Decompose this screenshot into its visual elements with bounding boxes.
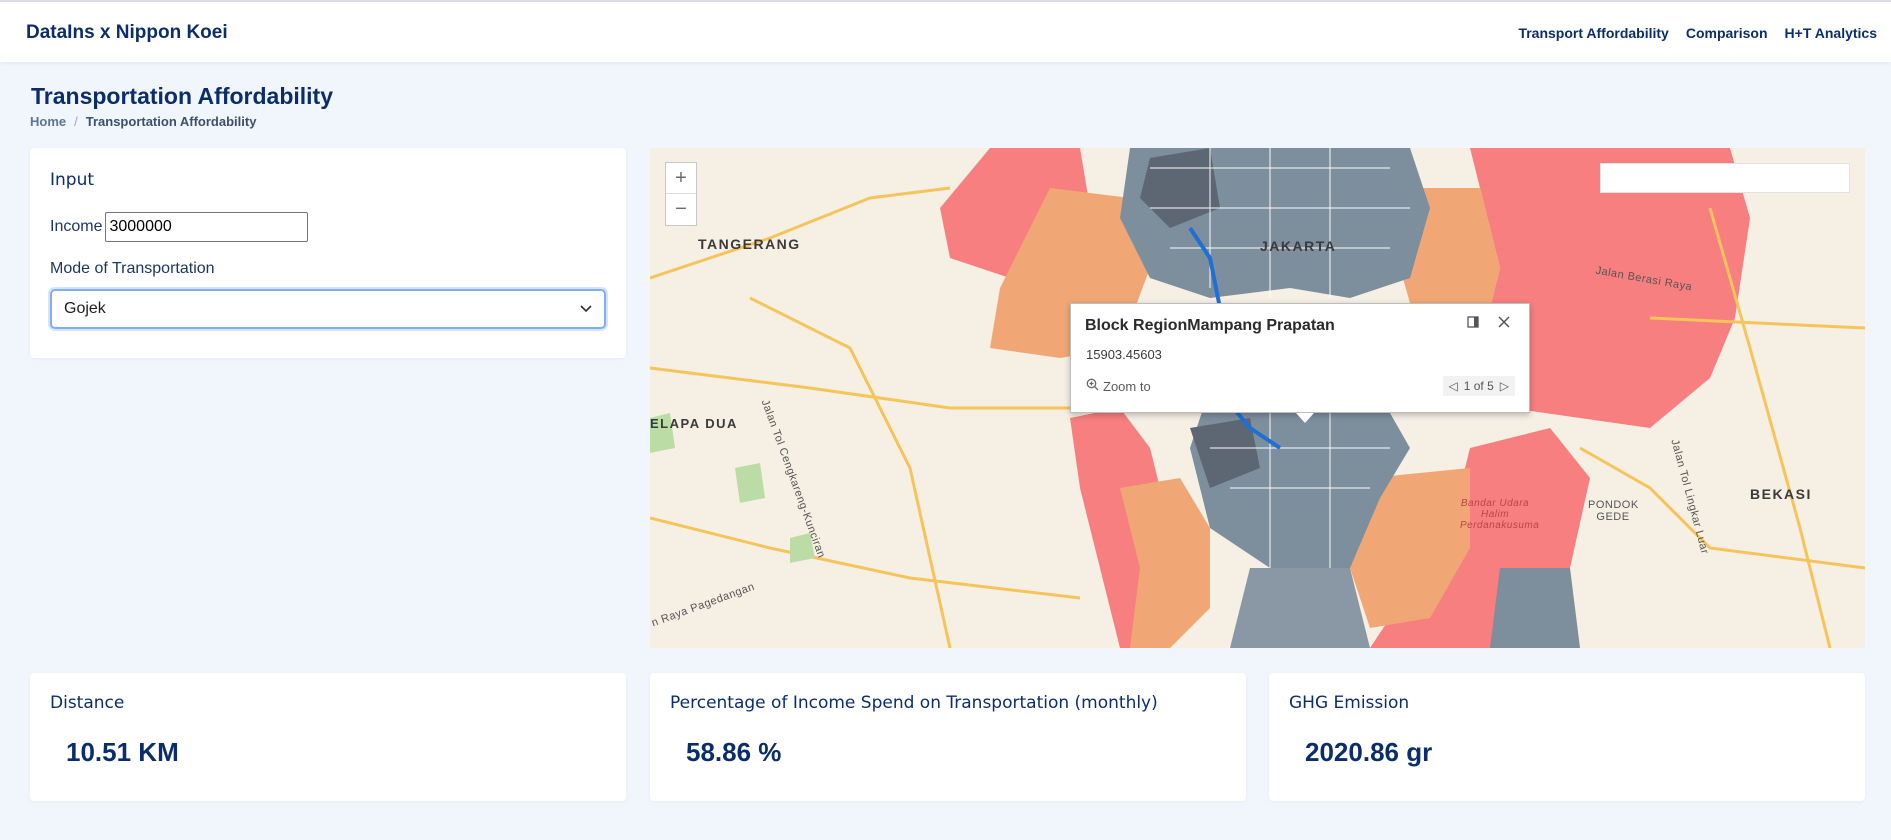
percentage-title: Percentage of Income Spend on Transporta…	[670, 693, 1158, 713]
map-label-jakarta: JAKARTA	[1260, 238, 1337, 254]
chevron-down-icon	[580, 300, 592, 318]
breadcrumb: Home / Transportation Affordability	[30, 114, 256, 129]
close-icon[interactable]	[1498, 312, 1510, 333]
income-row: Income	[50, 212, 309, 242]
zoom-in-icon	[1086, 378, 1099, 394]
map-popup: Block RegionMampang Prapatan 15903.45603…	[1070, 303, 1530, 423]
map-view[interactable]: + − TANGERANG JAKARTA BEKASI ELAPA DUA P…	[650, 148, 1865, 648]
nav-comparison[interactable]: Comparison	[1686, 25, 1768, 41]
distance-card: Distance 10.51 KM	[30, 673, 626, 801]
popup-pointer	[1296, 413, 1314, 423]
nav-transport-affordability[interactable]: Transport Affordability	[1518, 25, 1668, 41]
map-label-tangerang: TANGERANG	[698, 236, 801, 252]
top-navbar: DataIns x Nippon Koei Transport Affordab…	[0, 0, 1891, 62]
pager-next-icon[interactable]: ▷	[1500, 379, 1509, 393]
zoom-out-button[interactable]: −	[666, 194, 696, 225]
mode-select-value: Gojek	[64, 300, 106, 317]
dock-icon[interactable]	[1467, 316, 1479, 331]
breadcrumb-home[interactable]: Home	[30, 114, 66, 129]
ghg-card: GHG Emission 2020.86 gr	[1269, 673, 1865, 801]
page-title: Transportation Affordability	[31, 83, 333, 109]
nav-ht-analytics[interactable]: H+T Analytics	[1785, 25, 1877, 41]
pager-text: 1 of 5	[1463, 379, 1494, 393]
input-card: Input Income Mode of Transportation Goje…	[30, 148, 626, 358]
percentage-card: Percentage of Income Spend on Transporta…	[650, 673, 1246, 801]
mode-select[interactable]: Gojek	[50, 289, 606, 329]
brand-logo[interactable]: DataIns x Nippon Koei	[26, 22, 228, 44]
popup-title: Block RegionMampang Prapatan	[1085, 317, 1335, 334]
breadcrumb-separator: /	[74, 114, 78, 129]
distance-title: Distance	[50, 693, 125, 713]
map-label-bekasi: BEKASI	[1750, 486, 1812, 502]
map-label-pondok-gede: PONDOK GEDE	[1588, 499, 1639, 523]
map-label-bandara: Bandar Udara Halim Perdanakusuma	[1460, 498, 1540, 531]
percentage-value: 58.86 %	[686, 737, 782, 767]
income-label: Income	[50, 218, 103, 235]
map-search-box[interactable]	[1600, 163, 1850, 193]
popup-pager: ◁ 1 of 5 ▷	[1442, 376, 1515, 396]
income-input[interactable]	[105, 212, 309, 242]
distance-value: 10.51 KM	[66, 737, 179, 767]
pager-prev-icon[interactable]: ◁	[1449, 379, 1458, 393]
main-nav: Transport Affordability Comparison H+T A…	[1518, 25, 1877, 41]
input-card-title: Input	[50, 170, 95, 190]
map-label-kelapa-dua: ELAPA DUA	[650, 416, 738, 431]
zoom-in-button[interactable]: +	[666, 163, 696, 194]
popup-value: 15903.45603	[1086, 347, 1162, 362]
ghg-value: 2020.86 gr	[1305, 737, 1433, 767]
ghg-title: GHG Emission	[1289, 693, 1410, 713]
popup-zoom-label: Zoom to	[1103, 378, 1151, 394]
breadcrumb-current: Transportation Affordability	[85, 114, 257, 129]
popup-zoom-to[interactable]: Zoom to	[1086, 378, 1151, 394]
zoom-control: + −	[665, 162, 697, 226]
mode-label: Mode of Transportation	[50, 260, 215, 277]
